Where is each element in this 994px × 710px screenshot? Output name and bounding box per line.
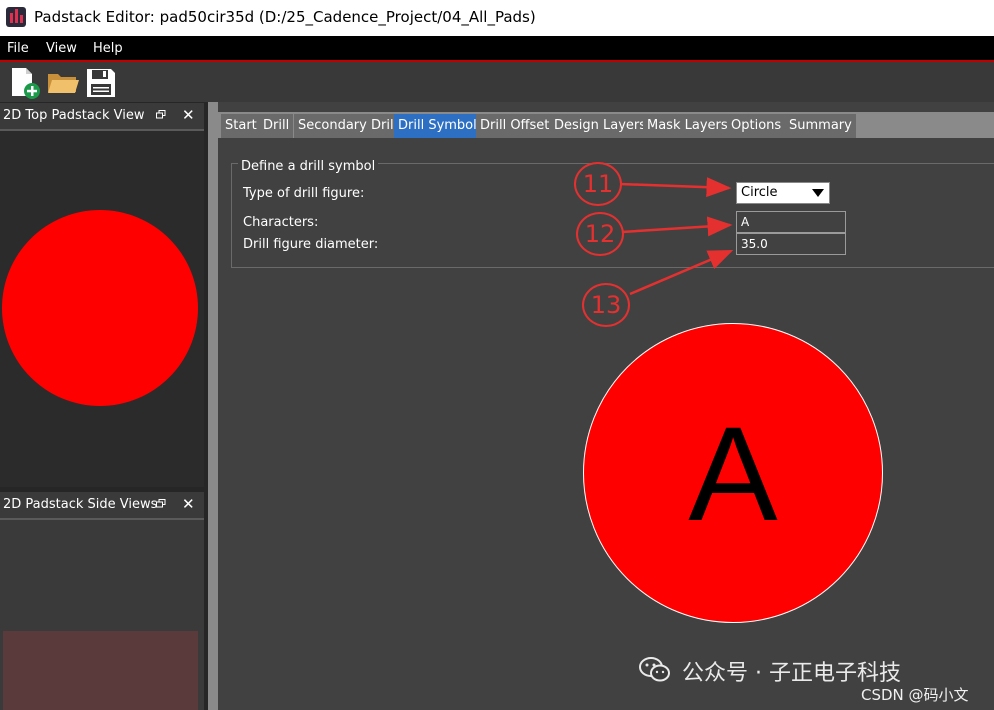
watermark-credit: CSDN @码小文 [861, 686, 969, 704]
annotation-13: 13 [582, 283, 630, 327]
watermark-text: 公众号 · 子正电子科技 [682, 661, 901, 686]
annotation-arrows [619, 177, 734, 296]
annotation-11: 11 [574, 162, 622, 206]
annotation-12: 12 [576, 212, 624, 256]
drill-symbol-preview-character: A [688, 400, 778, 549]
wechat-icon [639, 657, 670, 682]
